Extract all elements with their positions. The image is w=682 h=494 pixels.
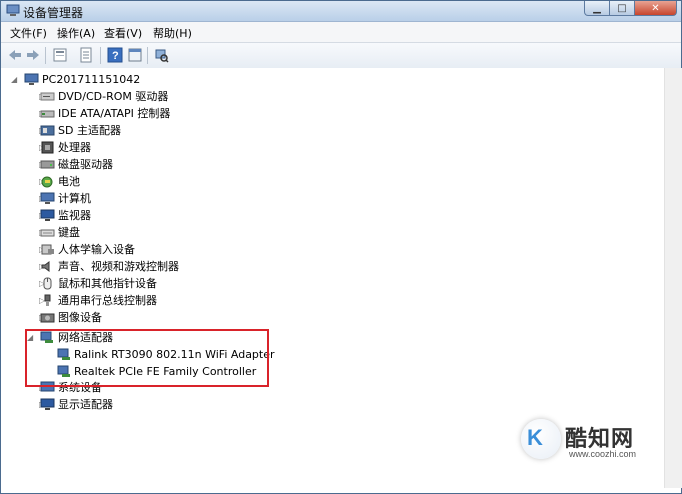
mouse-icon [43,277,52,290]
watermark-url: www.coozhi.com [569,449,637,459]
disk-drive-icon [40,160,55,169]
red-highlight-box [25,329,269,387]
dvd-drive-icon [40,92,55,101]
title-bar: 设备管理器 ▁ □ ✕ [1,1,681,22]
ide-controller-icon [40,110,55,118]
forward-arrow-icon[interactable] [25,47,41,63]
computer-icon [40,192,55,204]
menu-action[interactable]: 操作(A) [57,25,95,41]
category-label: 通用串行总线控制器 [58,294,157,307]
keyboard-icon [40,229,55,237]
window-icon[interactable] [127,47,143,63]
expanded-triangle-icon[interactable]: ◢ [11,75,20,84]
category-label: 图像设备 [58,311,102,324]
vertical-scrollbar[interactable] [664,68,682,488]
category-label: 声音、视频和游戏控制器 [58,260,179,273]
category-label: 处理器 [58,141,91,154]
toolbar: ? [1,43,681,69]
sd-adapter-icon [40,125,55,136]
watermark-badge: K [521,419,561,459]
category-label: 计算机 [58,192,91,205]
usb-icon [44,294,51,306]
monitor-icon [40,209,55,221]
maximize-button[interactable]: □ [610,1,635,16]
category-label: 监视器 [58,209,91,222]
display-adapter-icon [40,398,55,410]
menu-bar: 文件(F) 操作(A) 查看(V) 帮助(H) [1,22,681,43]
watermark-logo: K 酷知网 www.coozhi.com [515,415,655,465]
category-label: 磁盘驱动器 [58,158,113,171]
menu-view[interactable]: 查看(V) [104,25,142,41]
category-label: 键盘 [58,226,80,239]
window-title: 设备管理器 [23,6,84,20]
category-label: 显示适配器 [58,398,113,411]
svg-text:?: ? [112,50,119,62]
computer-icon [24,73,39,85]
close-button[interactable]: ✕ [635,1,677,16]
back-arrow-icon[interactable] [7,47,23,63]
category-label: DVD/CD-ROM 驱动器 [58,90,169,103]
root-label: PC201711151042 [42,73,141,86]
category-label: IDE ATA/ATAPI 控制器 [58,107,171,120]
tree-view-icon[interactable] [52,47,68,63]
category-label: 鼠标和其他指针设备 [58,277,157,290]
category-label: 人体学输入设备 [58,243,135,256]
camera-icon [40,313,55,323]
help-icon[interactable]: ? [107,47,123,63]
category-label: 电池 [58,175,80,188]
menu-file[interactable]: 文件(F) [10,25,47,41]
battery-icon [41,176,53,188]
hid-icon [41,244,54,255]
speaker-icon [41,261,50,272]
minimize-button[interactable]: ▁ [584,1,610,16]
device-manager-icon [6,4,20,16]
menu-help[interactable]: 帮助(H) [153,25,192,41]
scan-hardware-icon[interactable] [153,47,169,63]
category-label: SD 主适配器 [58,124,121,137]
processor-icon [41,141,54,154]
device-manager-window: 设备管理器 ▁ □ ✕ 文件(F) 操作(A) 查看(V) 帮助(H) ? ◢ … [0,0,682,494]
properties-icon[interactable] [78,47,94,63]
